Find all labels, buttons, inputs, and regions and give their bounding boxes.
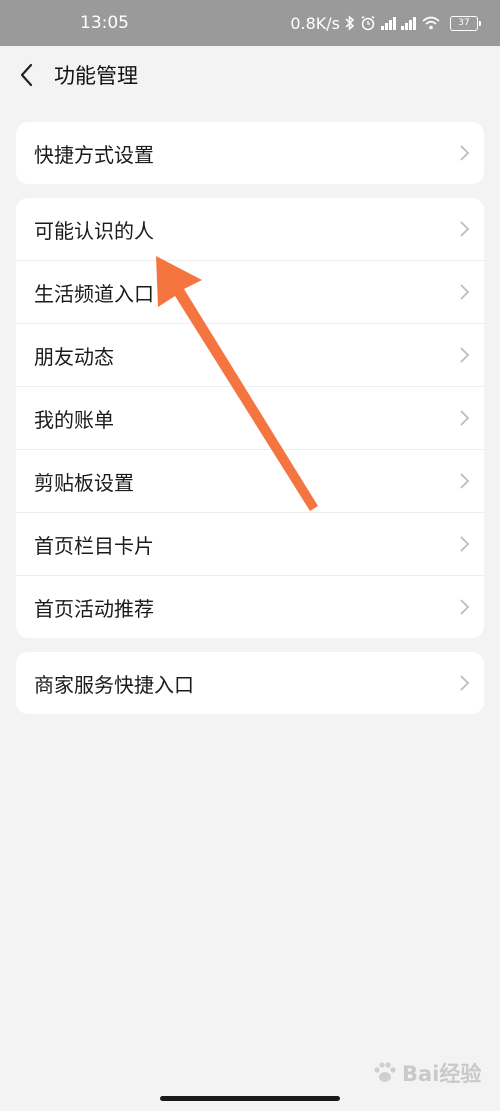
watermark-text: Bai经验 (402, 1062, 482, 1086)
annotation-arrow-shape (156, 256, 318, 511)
home-indicator[interactable] (160, 1096, 340, 1101)
paw-icon (374, 1062, 396, 1082)
baidu-jingyan-watermark: Bai经验 (372, 1058, 481, 1088)
annotation-arrow (156, 256, 318, 511)
